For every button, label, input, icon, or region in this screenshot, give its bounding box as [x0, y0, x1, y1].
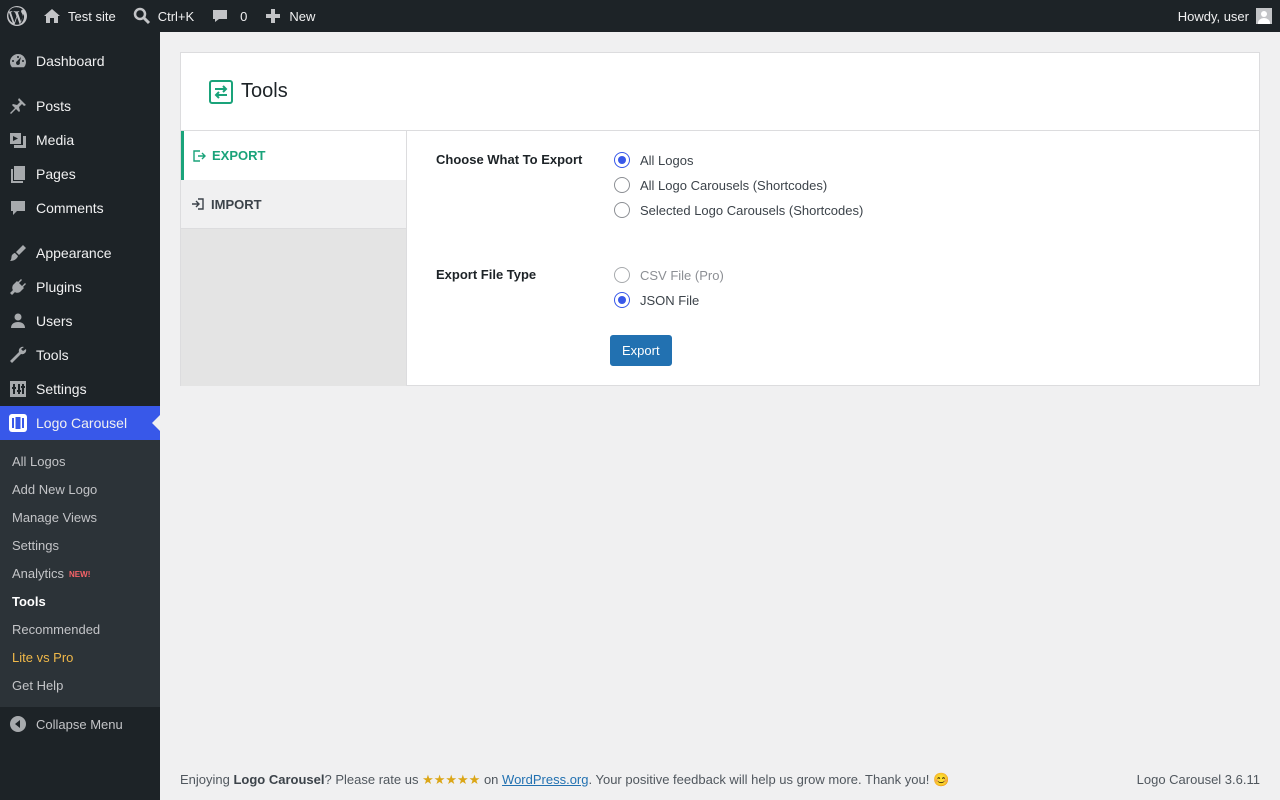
sidebar-item-posts[interactable]: Posts	[0, 89, 160, 123]
submenu-all-logos[interactable]: All Logos	[0, 447, 160, 475]
site-name: Test site	[68, 8, 116, 24]
admin-bar: Test site Ctrl+K 0 New Howdy, user	[0, 0, 1280, 32]
sidebar-item-settings[interactable]: Settings	[0, 372, 160, 406]
wordpress-logo-button[interactable]	[0, 0, 34, 32]
sidebar-item-tools[interactable]: Tools	[0, 338, 160, 372]
rating-stars[interactable]: ★★★★★	[422, 772, 480, 787]
new-content-button[interactable]: New	[255, 0, 323, 32]
wordpress-org-link[interactable]: WordPress.org	[502, 772, 588, 787]
dashboard-icon	[10, 54, 26, 68]
panel-header: Tools	[181, 53, 1259, 131]
logo-carousel-submenu: All Logos Add New Logo Manage Views Sett…	[0, 440, 160, 707]
pin-icon	[10, 98, 26, 114]
media-icon	[10, 133, 26, 148]
file-type-label: Export File Type	[436, 267, 537, 282]
comments-link[interactable]: 0	[202, 0, 255, 32]
user-icon	[11, 313, 25, 328]
submenu-get-help[interactable]: Get Help	[0, 671, 160, 699]
import-icon	[192, 198, 204, 210]
submenu-settings[interactable]: Settings	[0, 531, 160, 559]
tools-tabs: EXPORT IMPORT	[181, 131, 407, 386]
avatar	[1256, 8, 1272, 24]
plugin-version: Logo Carousel 3.6.11	[1136, 772, 1260, 787]
settings-icon	[10, 381, 26, 397]
sidebar-item-comments[interactable]: Comments	[0, 191, 160, 225]
new-label: New	[289, 8, 316, 24]
submenu-lite-vs-pro[interactable]: Lite vs Pro	[0, 643, 160, 671]
brush-icon	[10, 245, 26, 261]
export-icon	[193, 149, 206, 162]
sidebar-item-dashboard[interactable]: Dashboard	[0, 44, 160, 78]
tab-import[interactable]: IMPORT	[181, 180, 406, 229]
howdy-text: Howdy, user	[1177, 8, 1249, 24]
sidebar-item-media[interactable]: Media	[0, 123, 160, 157]
sidebar-item-pages[interactable]: Pages	[0, 157, 160, 191]
site-name-link[interactable]: Test site	[34, 0, 124, 32]
option-all-logos[interactable]: All Logos	[614, 152, 693, 168]
submenu-tools[interactable]: Tools	[0, 587, 160, 615]
wrench-icon	[10, 346, 27, 363]
tab-export[interactable]: EXPORT	[181, 131, 406, 180]
submenu-recommended[interactable]: Recommended	[0, 615, 160, 643]
carousel-icon	[9, 414, 27, 432]
sidebar-item-users[interactable]: Users	[0, 304, 160, 338]
submenu-manage-views[interactable]: Manage Views	[0, 503, 160, 531]
export-button[interactable]: Export	[610, 335, 672, 366]
comment-icon	[11, 201, 25, 215]
sidebar-item-logo-carousel[interactable]: Logo Carousel	[0, 406, 160, 440]
search-command-button[interactable]: Ctrl+K	[124, 0, 202, 32]
user-account-menu[interactable]: Howdy, user	[1170, 0, 1280, 32]
collapse-arrow-icon	[10, 716, 26, 732]
option-selected-logo-carousels[interactable]: Selected Logo Carousels (Shortcodes)	[614, 202, 863, 218]
collapse-menu-button[interactable]: Collapse Menu	[0, 707, 160, 741]
submenu-add-new-logo[interactable]: Add New Logo	[0, 475, 160, 503]
plug-icon	[10, 279, 26, 295]
radio-json-file[interactable]	[614, 292, 630, 308]
transfer-arrows-icon	[209, 79, 233, 104]
sidebar-item-appearance[interactable]: Appearance	[0, 236, 160, 270]
submenu-analytics[interactable]: Analytics NEW!	[0, 559, 160, 587]
home-icon	[44, 9, 60, 23]
radio-all-logos[interactable]	[614, 152, 630, 168]
search-shortcut: Ctrl+K	[157, 8, 195, 24]
main-content: Tools EXPORT IMPORT Choose What To Expor…	[160, 32, 1280, 800]
wordpress-icon	[7, 6, 27, 26]
admin-footer: Enjoying Logo Carousel? Please rate us ★…	[180, 772, 1260, 788]
radio-all-logo-carousels[interactable]	[614, 177, 630, 193]
plus-icon	[266, 9, 281, 23]
option-csv-file[interactable]: CSV File (Pro)	[614, 267, 724, 283]
pages-icon	[11, 166, 25, 183]
radio-csv-file[interactable]	[614, 267, 630, 283]
export-what-label: Choose What To Export	[436, 152, 583, 167]
footer-plugin-name: Logo Carousel	[233, 772, 325, 787]
tools-panel: Tools EXPORT IMPORT Choose What To Expor…	[180, 52, 1260, 386]
sidebar-item-plugins[interactable]: Plugins	[0, 270, 160, 304]
admin-sidebar: Dashboard Posts Media Pages Comments App…	[0, 32, 160, 800]
option-all-logo-carousels[interactable]: All Logo Carousels (Shortcodes)	[614, 177, 827, 193]
option-json-file[interactable]: JSON File	[614, 292, 699, 308]
footer-rating-text: Enjoying Logo Carousel? Please rate us ★…	[180, 772, 950, 787]
search-icon	[133, 7, 150, 25]
page-title: Tools	[241, 80, 288, 102]
comments-count: 0	[240, 8, 248, 24]
radio-selected-logo-carousels[interactable]	[614, 202, 630, 218]
comment-bubble-icon	[213, 10, 228, 22]
new-badge: NEW!	[69, 570, 91, 579]
